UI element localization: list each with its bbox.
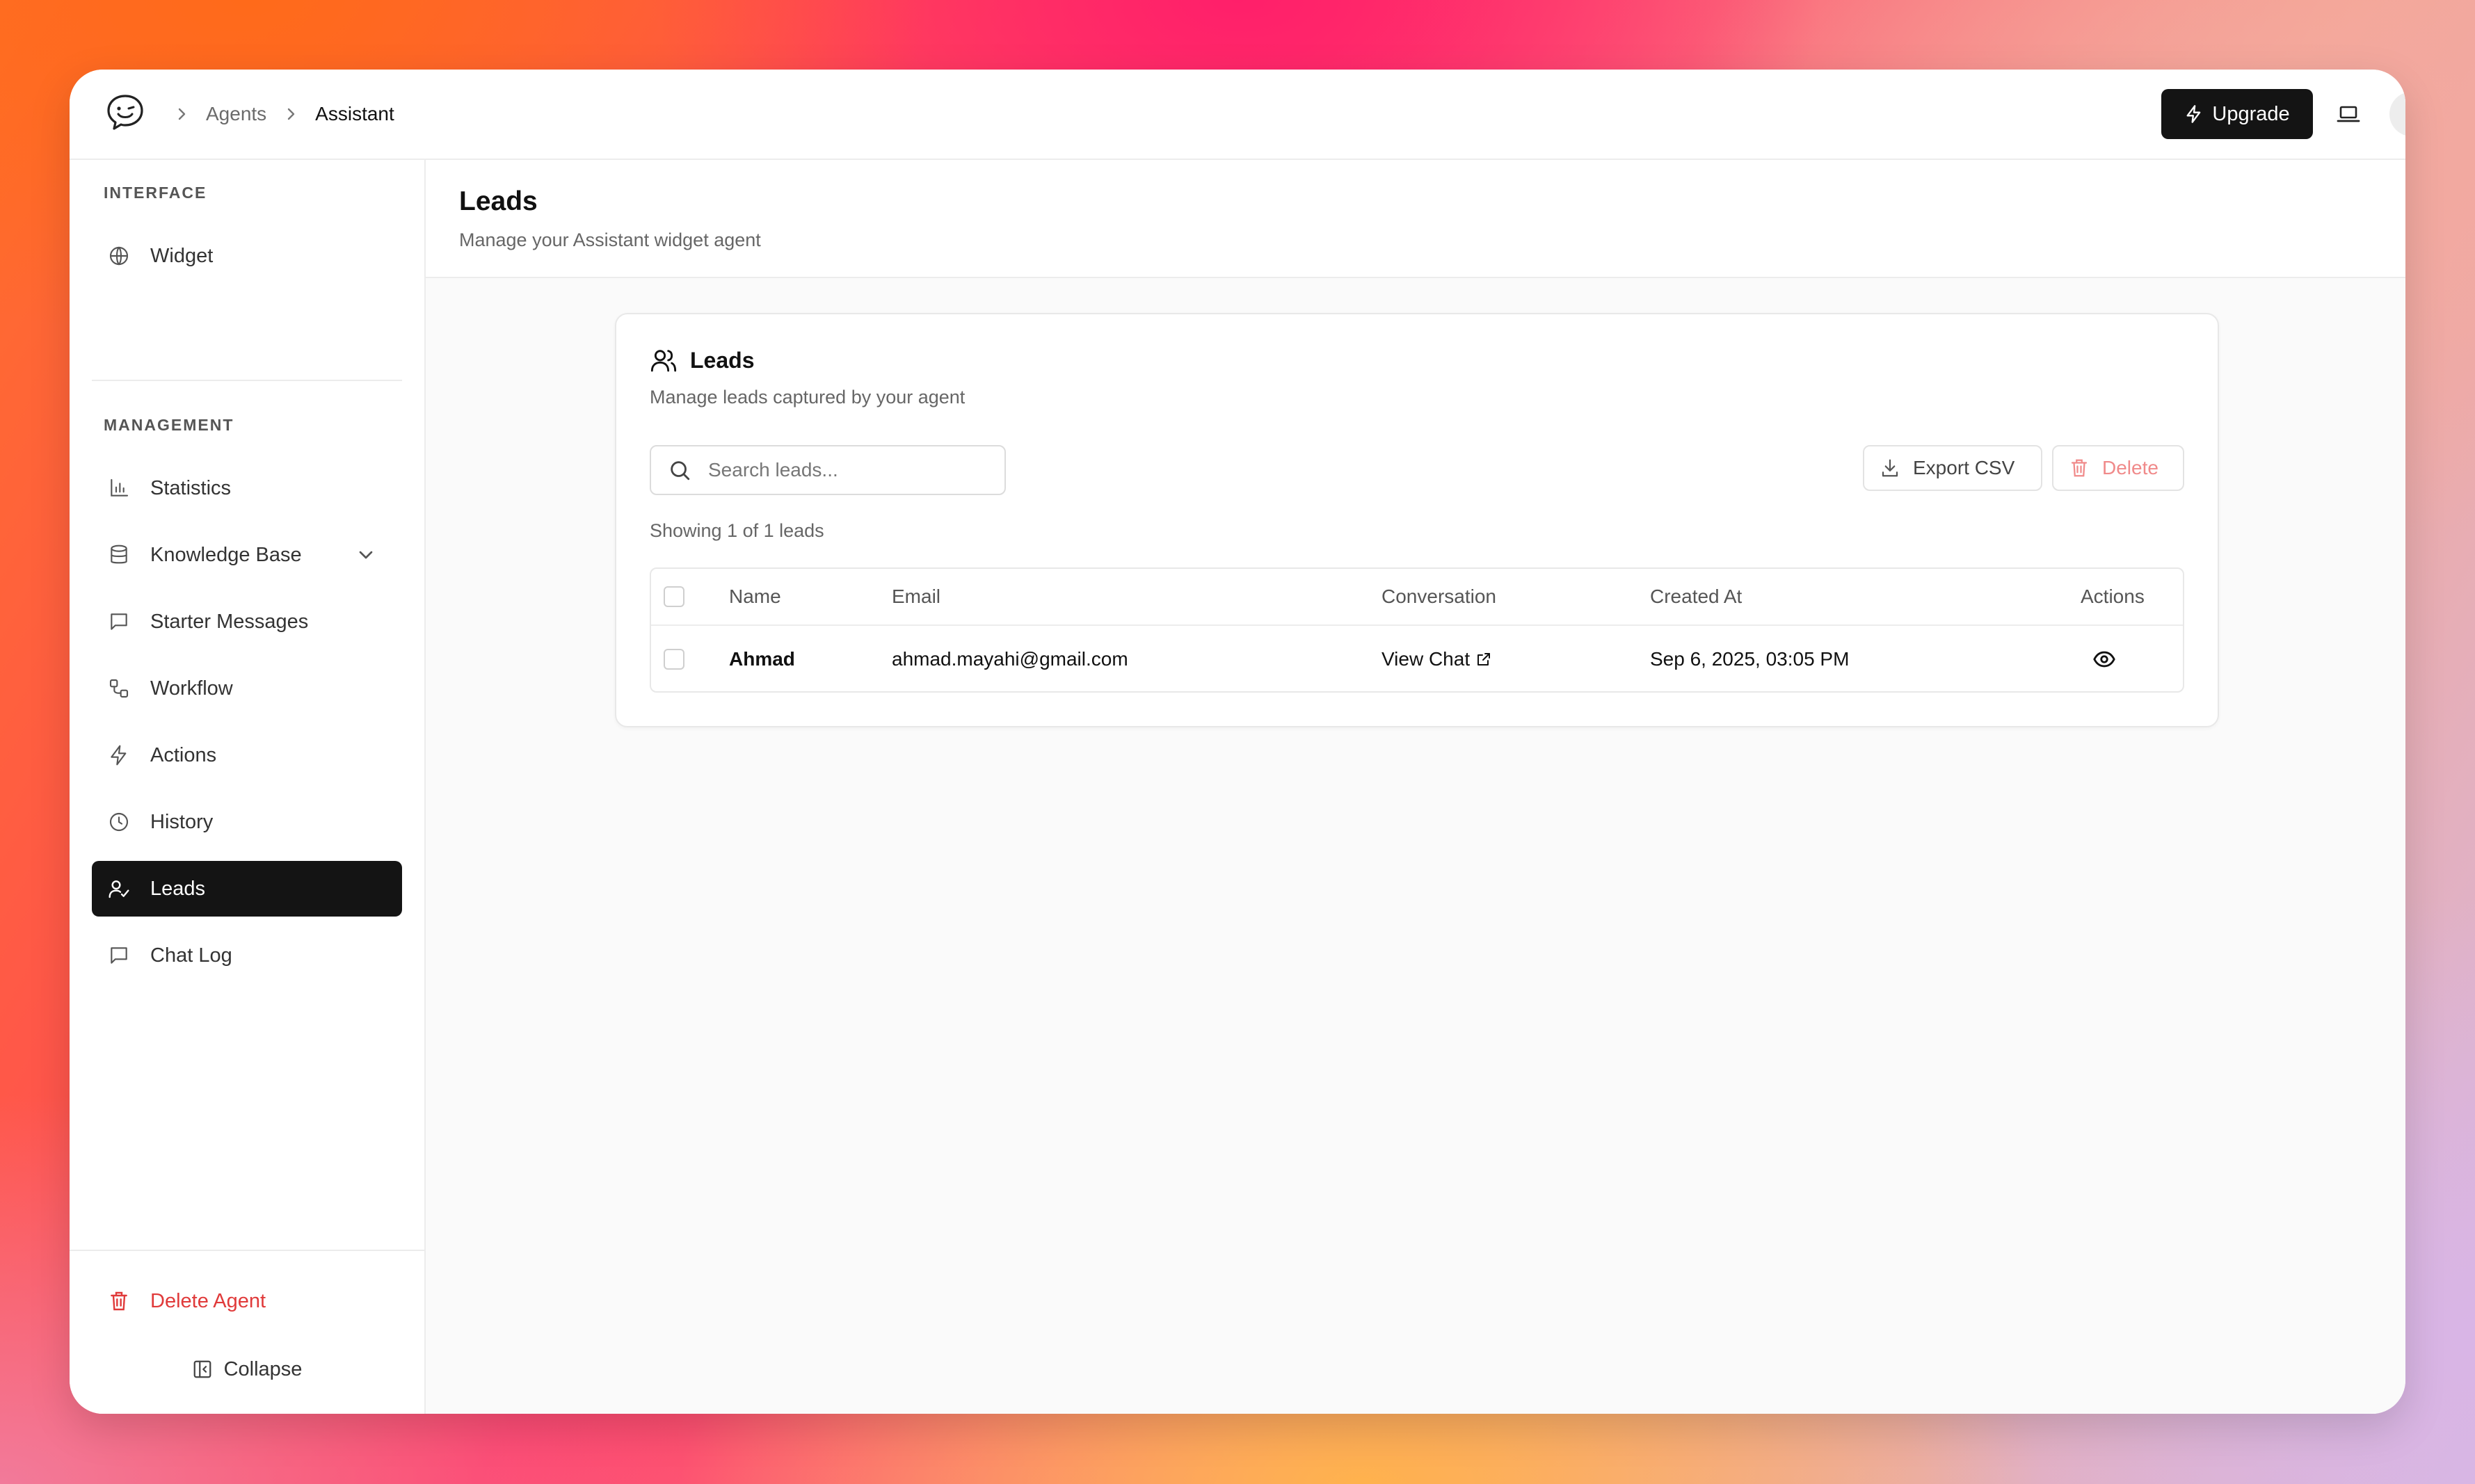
view-chat-link[interactable]: View Chat	[1381, 626, 1492, 691]
column-header-created-at[interactable]: Created At	[1650, 569, 1742, 624]
sidebar-item-label: Leads	[150, 877, 206, 900]
card-subtitle: Manage leads captured by your agent	[650, 387, 966, 408]
sidebar-item-label: History	[150, 810, 214, 833]
sidebar-item-workflow[interactable]: Workflow	[92, 661, 402, 716]
lead-name: Ahmad	[729, 648, 795, 670]
lightning-icon	[2186, 105, 2201, 123]
message-square-icon	[107, 944, 131, 967]
breadcrumb-assistant: Assistant	[315, 103, 394, 124]
sidebar: INTERFACE Widget MANAGEMENT Statistics K…	[70, 160, 426, 1414]
section-label-management: MANAGEMENT	[104, 416, 234, 434]
smiley-logo-icon[interactable]	[104, 92, 146, 134]
table-header: Name Email Conversation Created At Actio…	[651, 569, 2183, 626]
column-header-email[interactable]: Email	[892, 569, 940, 624]
app-window: Agents Assistant Upgrade A INTERFACE Wid…	[70, 70, 2405, 1414]
sidebar-item-label: Knowledge Base	[150, 543, 302, 566]
sidebar-footer: Delete Agent Collapse	[70, 1250, 424, 1414]
column-header-conversation[interactable]: Conversation	[1381, 569, 1496, 624]
select-all-cell	[664, 569, 684, 624]
globe-icon	[107, 244, 131, 268]
page-title: Leads	[459, 186, 538, 216]
sidebar-item-widget[interactable]: Widget	[92, 228, 402, 284]
sidebar-item-label: Chat Log	[150, 944, 232, 967]
sidebar-item-knowledge-base[interactable]: Knowledge Base	[92, 527, 402, 583]
clock-icon	[107, 810, 131, 834]
sidebar-item-label: Workflow	[150, 677, 233, 700]
user-check-icon	[107, 877, 131, 901]
chevron-down-icon[interactable]	[355, 544, 377, 566]
row-select-cell	[664, 626, 684, 691]
lead-created-at: Sep 6, 2025, 03:05 PM	[1650, 648, 1850, 670]
top-bar: Agents Assistant Upgrade A	[70, 70, 2405, 160]
chevron-right-icon	[287, 108, 295, 120]
chevron-right-icon	[178, 108, 186, 120]
showing-count: Showing 1 of 1 leads	[650, 520, 824, 541]
section-label-interface: INTERFACE	[104, 184, 207, 202]
search-input[interactable]	[707, 458, 988, 482]
message-square-icon	[107, 610, 131, 634]
sidebar-item-statistics[interactable]: Statistics	[92, 460, 402, 516]
view-lead-button[interactable]	[2092, 626, 2116, 691]
column-header-actions: Actions	[2081, 586, 2145, 607]
breadcrumb-agents[interactable]: Agents	[206, 103, 266, 125]
leads-card: Leads Manage leads captured by your agen…	[615, 313, 2219, 727]
card-title: Leads	[650, 346, 754, 374]
external-link-icon	[1477, 653, 1491, 666]
export-csv-label: Export CSV	[1913, 457, 2015, 478]
sidebar-item-actions[interactable]: Actions	[92, 727, 402, 783]
sidebar-item-history[interactable]: History	[92, 794, 402, 850]
users-icon	[650, 350, 677, 372]
upgrade-label: Upgrade	[2212, 102, 2290, 125]
search-icon	[671, 461, 690, 481]
lightning-icon	[107, 743, 131, 767]
sidebar-divider	[92, 380, 402, 381]
laptop-icon[interactable]	[2336, 102, 2361, 127]
avatar[interactable]: A	[2389, 92, 2405, 136]
trash-icon	[107, 1289, 131, 1313]
collapse-label: Collapse	[223, 1357, 303, 1380]
eye-icon	[2093, 651, 2115, 668]
main-content: Leads Manage your Assistant widget agent…	[426, 160, 2405, 1414]
search-box[interactable]	[650, 445, 1006, 495]
sidebar-item-label: Actions	[150, 743, 217, 766]
sidebar-item-leads[interactable]: Leads	[92, 861, 402, 917]
column-header-name[interactable]: Name	[729, 569, 781, 624]
database-icon	[107, 543, 131, 567]
leads-table: Name Email Conversation Created At Actio…	[650, 567, 2184, 693]
delete-agent-label: Delete Agent	[150, 1289, 266, 1312]
table-row: Ahmad ahmad.mayahi@gmail.com View Chat S…	[651, 626, 2183, 691]
sidebar-item-label: Widget	[150, 244, 214, 267]
view-chat-label: View Chat	[1381, 648, 1471, 670]
select-all-checkbox[interactable]	[664, 586, 684, 607]
row-checkbox[interactable]	[664, 649, 684, 670]
download-icon	[1882, 459, 1898, 477]
lead-email: ahmad.mayahi@gmail.com	[892, 648, 1128, 670]
upgrade-button[interactable]: Upgrade	[2161, 89, 2313, 139]
sidebar-item-label: Starter Messages	[150, 610, 309, 633]
bar-chart-icon	[107, 476, 131, 500]
page-subtitle: Manage your Assistant widget agent	[459, 229, 761, 250]
delete-label: Delete	[2102, 457, 2158, 478]
delete-button[interactable]: Delete	[2052, 445, 2184, 491]
sidebar-item-starter-messages[interactable]: Starter Messages	[92, 594, 402, 650]
sidebar-collapse-icon	[193, 1360, 211, 1378]
breadcrumb: Agents Assistant	[171, 70, 408, 159]
workflow-icon	[107, 677, 131, 700]
sidebar-item-chat-log[interactable]: Chat Log	[92, 928, 402, 983]
page-header: Leads Manage your Assistant widget agent	[426, 160, 2405, 278]
export-csv-button[interactable]: Export CSV	[1863, 445, 2042, 491]
collapse-button[interactable]: Collapse	[70, 1348, 424, 1390]
sidebar-item-label: Statistics	[150, 476, 232, 499]
card-title-text: Leads	[690, 347, 755, 373]
trash-icon	[2071, 459, 2088, 477]
delete-agent-button[interactable]: Delete Agent	[92, 1273, 402, 1329]
